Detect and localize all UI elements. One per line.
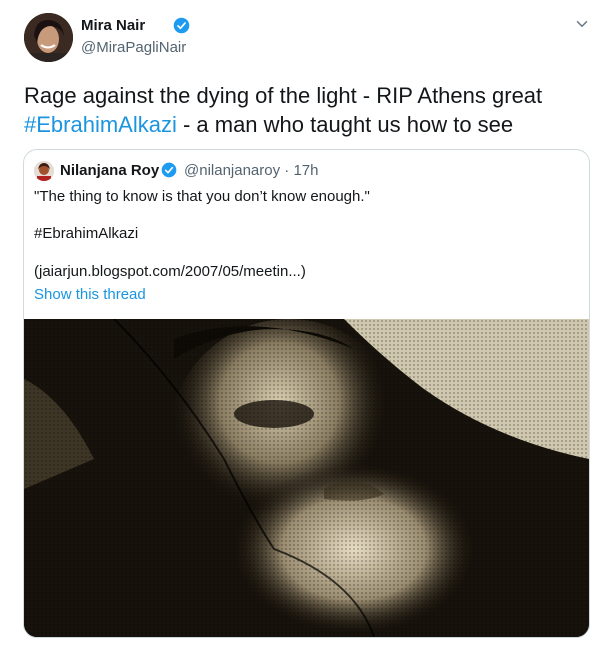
quoted-tweet[interactable]: Nilanjana Roy @nilanjanaroy · 17h "The t… (23, 149, 590, 638)
author-handle[interactable]: @MiraPagliNair (81, 39, 186, 56)
quoted-author-meta: @nilanjanaroy · 17h (184, 162, 319, 179)
quoted-author-handle[interactable]: @nilanjanaroy (184, 162, 280, 179)
author-avatar[interactable] (24, 13, 73, 62)
verified-badge-icon (161, 162, 177, 178)
quoted-timestamp[interactable]: · 17h (284, 162, 318, 179)
author-name[interactable]: Mira Nair (81, 17, 145, 34)
quoted-hashtag: #EbrahimAlkazi (34, 225, 139, 242)
quoted-author-name[interactable]: Nilanjana Roy (60, 162, 159, 179)
tweet-text: Rage against the dying of the light - RI… (24, 81, 594, 139)
quoted-source-link-text: (jaiarjun.blogspot.com/2007/05/meetin...… (34, 263, 306, 280)
quoted-tweet-image[interactable] (24, 318, 589, 637)
tweet-text-intro: Rage against the dying of the light - RI… (24, 83, 543, 108)
chevron-down-icon[interactable] (573, 15, 591, 33)
tweet-card: Mira Nair @MiraPagliNair Rage against th… (0, 0, 605, 651)
verified-badge-icon (173, 17, 190, 34)
portrait-photo (24, 318, 589, 637)
quoted-text-quote: "The thing to know is that you don’t kno… (34, 188, 370, 205)
quoted-author-avatar[interactable] (34, 161, 54, 181)
show-thread-link[interactable]: Show this thread (34, 286, 146, 303)
tweet-text-ending: - a man who taught us how to see (176, 112, 514, 137)
hashtag-link[interactable]: #EbrahimAlkazi (24, 112, 177, 137)
